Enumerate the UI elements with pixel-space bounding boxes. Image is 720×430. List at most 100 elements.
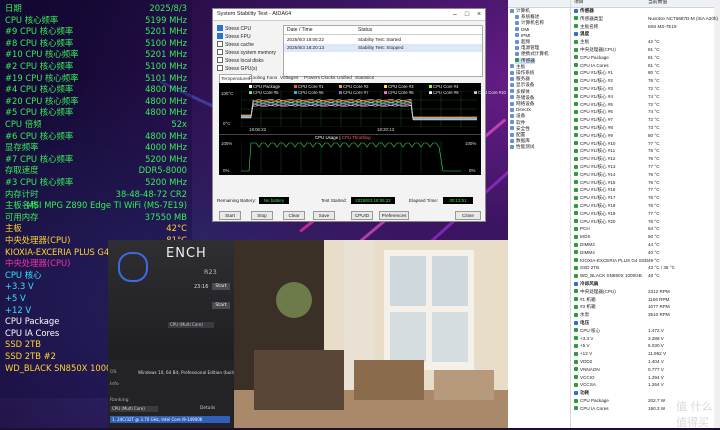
tree-item-label: 数据库 (516, 138, 530, 144)
stress-checkbox[interactable]: Stress CPU (217, 25, 277, 32)
sensor-icon (574, 250, 578, 255)
sensor-name: VCCSA (580, 382, 596, 388)
ranking-select-top[interactable]: CPU (Multi Core) (168, 322, 214, 328)
osd-label: SSD 2TB #2 (5, 351, 56, 361)
close-button[interactable]: Close (455, 211, 481, 220)
sensor-value: 77 °C (648, 140, 660, 146)
stress-checkbox[interactable]: Stress local disks (217, 57, 277, 64)
sensor-icon (574, 226, 578, 231)
start-button[interactable]: Start (212, 283, 230, 290)
start-button[interactable]: Start (219, 211, 241, 220)
tree-item-label: 软件 (516, 119, 526, 125)
sensor-value: 48 °C (648, 273, 660, 279)
sensor-row: 中央处理器(CPU) 81 °C (574, 47, 714, 53)
osd-label: WD_BLACK SN850X 1000GB (5, 362, 124, 373)
tab-cooling-fans[interactable]: Cooling Fans (249, 74, 277, 83)
sensor-name: CPU #1/核心 #9 (580, 132, 613, 138)
legend-checkbox-icon[interactable] (294, 85, 297, 88)
sensor-row: CPU Package 81 °C (574, 55, 714, 61)
tree-item-label: 安全性 (516, 125, 530, 131)
tab-unified[interactable]: Unified (337, 74, 352, 83)
sensor-row: CPU #1/核心 #6 74 °C (574, 109, 714, 115)
sensor-value: 11.952 V (648, 351, 667, 357)
sensor-icon (574, 8, 578, 13)
osd-row: #6 CPU 核心频率 4800 MHz (5, 131, 187, 142)
tab-voltages[interactable]: Voltages (280, 74, 298, 83)
aida64-main-window: 项目 当前数值 计算机 系统概述 计算机名称 DMI IPMI 超频 电源管理 便携式计算机传… (508, 0, 720, 428)
checkbox-icon[interactable] (217, 49, 223, 55)
sensor-name: CPU #1/核心 #16 (580, 187, 616, 193)
start-button-2[interactable]: Start (212, 302, 230, 309)
stability-test-window[interactable]: System Stability Test - AIDA64 – □ × Str… (212, 8, 506, 222)
preferences-button[interactable]: Preferences (379, 211, 409, 220)
tab-powers[interactable]: Powers (304, 74, 320, 83)
tree-item-label: 存储设备 (516, 94, 535, 100)
stress-checkbox[interactable]: Stress system memory (217, 49, 277, 56)
save-button[interactable]: Save (313, 211, 335, 220)
checkbox-icon[interactable] (217, 65, 223, 71)
tab-statistics[interactable]: Statistics (355, 74, 374, 83)
legend-checkbox-icon[interactable] (249, 85, 252, 88)
stress-checkbox[interactable]: Stress GPU(s) (217, 65, 277, 72)
osd-label: CPU 核心频率 (5, 14, 59, 25)
ranking-select[interactable]: CPU (Multi Core) (110, 406, 158, 412)
legend-checkbox-icon[interactable] (384, 85, 387, 88)
sensor-value: 190.3 W (648, 405, 666, 411)
sensor-row: KIOXIA-EXCERIA PLUS G4 SSD 49 °C (574, 258, 714, 264)
sensor-name: CPU #1/核心 #18 (580, 203, 616, 208)
sensor-value: 77 °C (648, 210, 660, 216)
stress-checkbox[interactable]: Stress FPU (217, 33, 277, 40)
legend-checkbox-icon[interactable] (429, 85, 432, 88)
close-icon[interactable]: × (473, 9, 485, 20)
sensor-icon (574, 39, 578, 44)
window-title: System Stability Test - AIDA64 (217, 11, 292, 17)
legend-item[interactable]: CPU Core #10 (474, 90, 506, 96)
clear-button[interactable]: Clear (283, 211, 305, 220)
cinebench-title: ENCH (166, 246, 207, 261)
sensor-icon (574, 265, 578, 270)
checkbox-icon[interactable] (217, 25, 223, 31)
sensor-name: CPU #1/核心 #6 (580, 109, 613, 115)
sensor-value: 73 °C (648, 125, 660, 130)
cinebench-version: R23 (204, 268, 217, 276)
details-link[interactable]: Details (200, 406, 215, 411)
column-header-item: 项目 (574, 0, 584, 5)
osd-value: 5200 MHz (145, 177, 187, 187)
tree-item[interactable]: 性能测试 (510, 144, 534, 150)
sensor-name: VCCIO (580, 374, 595, 380)
test-started-value: 2025/8/3 18:06:22 (351, 197, 395, 204)
osd-row: 主板名称 MSI MPG Z890 Edge TI WiFi (MS-7E19) (5, 200, 187, 211)
sensor-row: CPU #1/核心 #11 76 °C (574, 148, 714, 154)
battery-label: Remaining Battery: (217, 198, 257, 203)
osd-label: +5 V (5, 293, 26, 303)
ranking-item[interactable]: 1. 24C/32T @ 3.70 GHz, Intel Core i9-149… (110, 416, 230, 423)
tab-clocks[interactable]: Clocks (321, 74, 335, 83)
tree-node-icon (515, 20, 519, 25)
stress-checkbox[interactable]: Stress cache (217, 41, 277, 48)
sensor-row: CPU #1/核心 #12 76 °C (574, 156, 714, 162)
sensor-icon (574, 219, 578, 224)
checkbox-icon[interactable] (217, 33, 223, 39)
sensor-icon (574, 63, 578, 68)
tree-item-label: 性能测试 (516, 144, 535, 150)
checkbox-icon[interactable] (217, 57, 223, 63)
osd-value: 5201 MHz (145, 26, 187, 37)
minimize-icon[interactable]: – (449, 9, 461, 20)
sensor-row: DIMM2 44 °C (574, 242, 714, 248)
sensor-row: MOS 50 °C (574, 234, 714, 240)
osd-value: 5200 MHz (145, 153, 187, 164)
sensor-name: CPU #1/核心 #13 (580, 164, 616, 169)
tree-node-icon (515, 33, 519, 38)
sensor-icon (574, 406, 578, 411)
window-titlebar[interactable]: System Stability Test - AIDA64 – □ × (213, 9, 485, 21)
osd-value: 4800 MHz (145, 95, 187, 106)
osd-row: 内存计时 38-48-48-72 CR2 (5, 189, 187, 200)
cpuid-button[interactable]: CPUID (351, 211, 373, 220)
graph2-right-top-label: 100% (465, 141, 477, 146)
stop-button[interactable]: Stop (251, 211, 273, 220)
sensor-icon (574, 328, 578, 333)
checkbox-icon[interactable] (217, 41, 223, 47)
sensor-row: DIMM4 40 °C (574, 250, 714, 256)
legend-checkbox-icon[interactable] (339, 85, 342, 88)
maximize-icon[interactable]: □ (461, 9, 473, 20)
